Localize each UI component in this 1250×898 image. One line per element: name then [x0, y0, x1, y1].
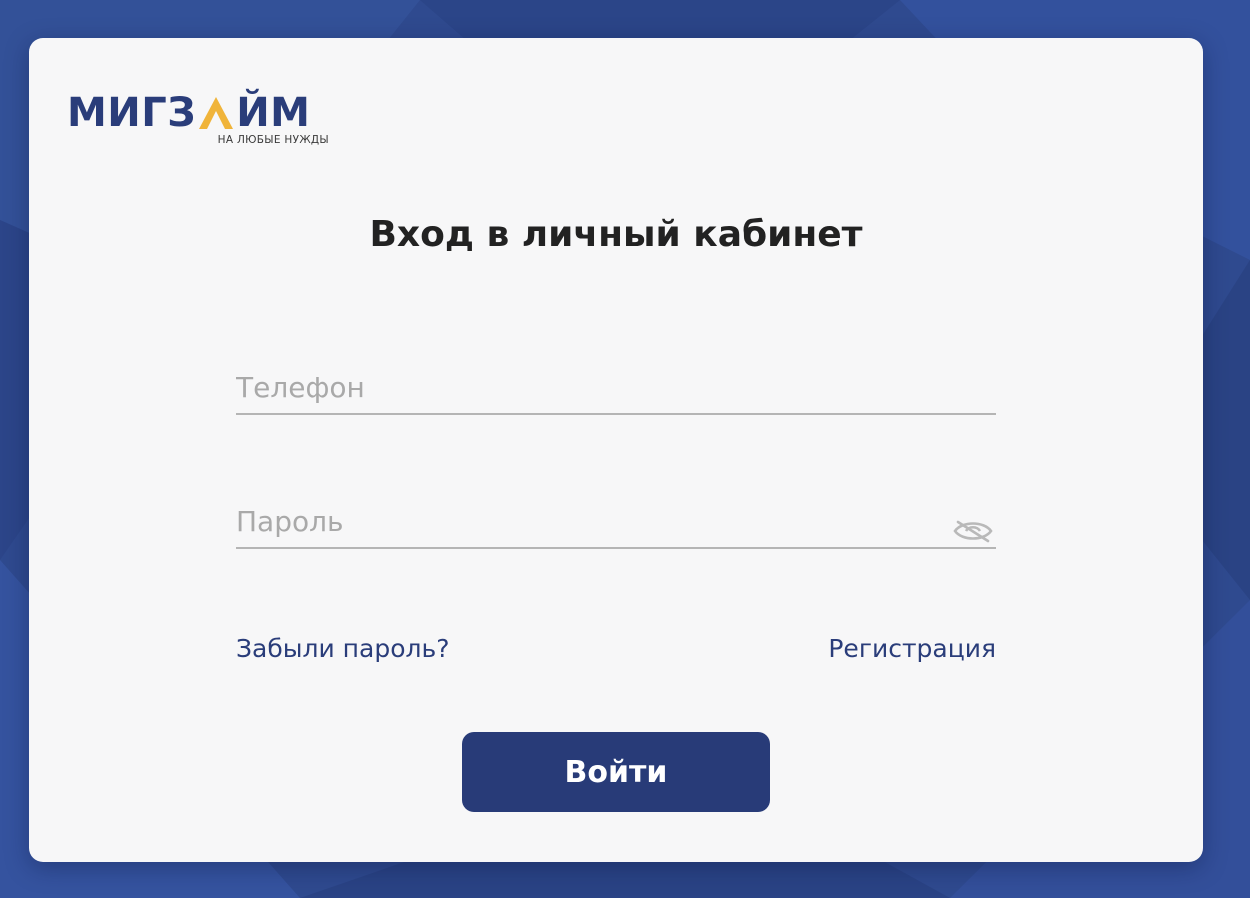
phone-field [236, 363, 996, 415]
logo-word-start: МИГЗ [67, 90, 197, 136]
brand-logo: МИГЗ ЙМ НА ЛЮБЫЕ НУЖДЫ [67, 90, 337, 150]
login-button[interactable]: Войти [462, 732, 770, 812]
phone-input[interactable] [236, 363, 936, 411]
page-title: Вход в личный кабинет [369, 214, 863, 255]
forgot-password-link[interactable]: Забыли пароль? [236, 634, 450, 663]
logo-tagline: НА ЛЮБЫЕ НУЖДЫ [217, 134, 329, 146]
eye-hidden-icon[interactable] [952, 517, 994, 545]
password-field [236, 497, 996, 549]
login-card: МИГЗ ЙМ НА ЛЮБЫЕ НУЖДЫ Вход в личный каб… [29, 38, 1203, 862]
logo-wordmark: МИГЗ ЙМ [67, 90, 310, 136]
password-input[interactable] [236, 497, 936, 545]
register-link[interactable]: Регистрация [828, 634, 996, 663]
logo-accent-icon [199, 97, 234, 129]
logo-word-end: ЙМ [236, 90, 311, 136]
